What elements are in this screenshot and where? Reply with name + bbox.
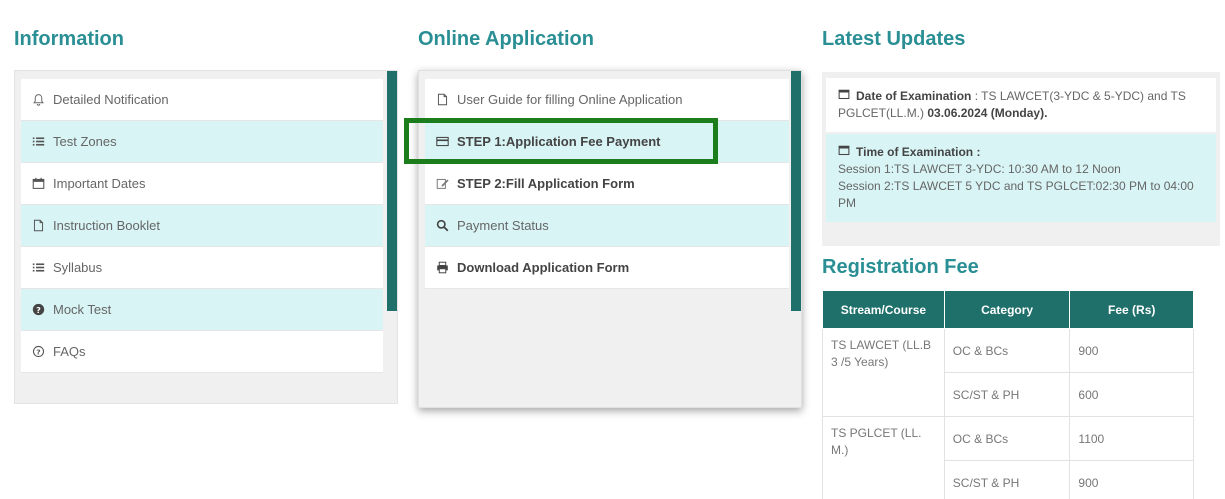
online-application-list: User Guide for filling Online Applicatio… bbox=[425, 79, 789, 289]
fee-cell: 900 bbox=[1069, 328, 1194, 373]
info-item-label: FAQs bbox=[53, 344, 86, 359]
info-item-label: Syllabus bbox=[53, 260, 103, 275]
category-cell: OC & BCs bbox=[943, 416, 1071, 461]
latest-updates-title: Latest Updates bbox=[822, 28, 966, 50]
header-stream-course: Stream/Course bbox=[822, 290, 945, 329]
info-item-important-dates[interactable]: Important Dates bbox=[21, 163, 383, 205]
question-circle-icon: ? bbox=[31, 345, 45, 359]
information-panel: Detailed Notification Test Zones Importa… bbox=[14, 70, 398, 404]
category-cell: SC/ST & PH bbox=[943, 372, 1071, 417]
bell-icon bbox=[31, 93, 45, 107]
info-item-label: Important Dates bbox=[53, 176, 146, 191]
info-item-instruction-booklet[interactable]: Instruction Booklet bbox=[21, 205, 383, 247]
app-item-label: User Guide for filling Online Applicatio… bbox=[457, 92, 683, 107]
calendar-icon bbox=[838, 88, 850, 105]
svg-text:?: ? bbox=[36, 347, 40, 356]
calendar-icon bbox=[838, 144, 850, 161]
table-row: TS PGLCET (LL. M.) OC & BCs 1100 bbox=[822, 416, 1194, 499]
session1-text: Session 1:TS LAWCET 3-YDC: 10:30 AM to 1… bbox=[838, 162, 1121, 176]
online-application-panel: User Guide for filling Online Applicatio… bbox=[418, 70, 802, 408]
edit-icon bbox=[435, 177, 449, 191]
info-item-test-zones[interactable]: Test Zones bbox=[21, 121, 383, 163]
step2-fill-form-link[interactable]: STEP 2:Fill Application Form bbox=[425, 163, 789, 205]
fee-cell: 600 bbox=[1069, 372, 1194, 417]
exam-date-label: Date of Examination bbox=[856, 89, 972, 103]
info-item-label: Mock Test bbox=[53, 302, 112, 317]
stream-cell: TS PGLCET (LL. M.) bbox=[822, 416, 945, 499]
step1-fee-payment-link[interactable]: STEP 1:Application Fee Payment bbox=[425, 121, 789, 163]
calendar-icon bbox=[31, 177, 45, 191]
info-item-label: Detailed Notification bbox=[53, 92, 169, 107]
information-scrollbar[interactable] bbox=[387, 71, 397, 311]
header-category: Category bbox=[943, 290, 1071, 329]
download-application-form-link[interactable]: Download Application Form bbox=[425, 247, 789, 289]
category-cell: SC/ST & PH bbox=[943, 460, 1071, 499]
latest-updates-panel: Date of Examination : TS LAWCET(3-YDC & … bbox=[822, 72, 1220, 246]
information-list: Detailed Notification Test Zones Importa… bbox=[21, 79, 383, 373]
header-fee: Fee (Rs) bbox=[1069, 290, 1194, 329]
app-item-label: STEP 1:Application Fee Payment bbox=[457, 134, 661, 149]
exam-date-update: Date of Examination : TS LAWCET(3-YDC & … bbox=[826, 78, 1216, 132]
category-cell: OC & BCs bbox=[943, 328, 1071, 373]
search-icon bbox=[435, 219, 449, 233]
document-icon bbox=[435, 93, 449, 107]
info-item-detailed-notification[interactable]: Detailed Notification bbox=[21, 79, 383, 121]
registration-fee-title: Registration Fee bbox=[822, 256, 979, 278]
list-icon bbox=[31, 261, 45, 275]
fee-cell: 1100 bbox=[1069, 416, 1194, 461]
info-item-faqs[interactable]: ? FAQs bbox=[21, 331, 383, 373]
payment-status-link[interactable]: Payment Status bbox=[425, 205, 789, 247]
online-application-title: Online Application bbox=[418, 28, 594, 50]
app-item-label: Payment Status bbox=[457, 218, 549, 233]
user-guide-link[interactable]: User Guide for filling Online Applicatio… bbox=[425, 79, 789, 121]
list-icon bbox=[31, 135, 45, 149]
session2-text: Session 2:TS LAWCET 5 YDC and TS PGLCET:… bbox=[838, 179, 1194, 210]
info-item-syllabus[interactable]: Syllabus bbox=[21, 247, 383, 289]
exam-time-update: Time of Examination : Session 1:TS LAWCE… bbox=[826, 134, 1216, 222]
info-item-mock-test[interactable]: ? Mock Test bbox=[21, 289, 383, 331]
exam-date-value: 03.06.2024 (Monday). bbox=[927, 106, 1048, 120]
question-circle-icon: ? bbox=[31, 303, 45, 317]
app-item-label: Download Application Form bbox=[457, 260, 630, 275]
print-icon bbox=[435, 261, 449, 275]
info-item-label: Test Zones bbox=[53, 134, 117, 149]
exam-time-label: Time of Examination : bbox=[856, 145, 981, 159]
table-header-row: Stream/Course Category Fee (Rs) bbox=[822, 290, 1194, 329]
table-row: TS LAWCET (LL.B 3 /5 Years) OC & BCs 900 bbox=[822, 328, 1194, 417]
information-title: Information bbox=[14, 28, 124, 50]
document-icon bbox=[31, 219, 45, 233]
fee-cell: 900 bbox=[1069, 460, 1194, 499]
registration-fee-table: Stream/Course Category Fee (Rs) TS LAWCE… bbox=[822, 290, 1194, 499]
svg-text:?: ? bbox=[36, 305, 41, 315]
stream-cell: TS LAWCET (LL.B 3 /5 Years) bbox=[822, 328, 945, 417]
credit-card-icon bbox=[435, 135, 449, 149]
info-item-label: Instruction Booklet bbox=[53, 218, 160, 233]
online-application-scrollbar[interactable] bbox=[791, 71, 801, 311]
app-item-label: STEP 2:Fill Application Form bbox=[457, 176, 635, 191]
